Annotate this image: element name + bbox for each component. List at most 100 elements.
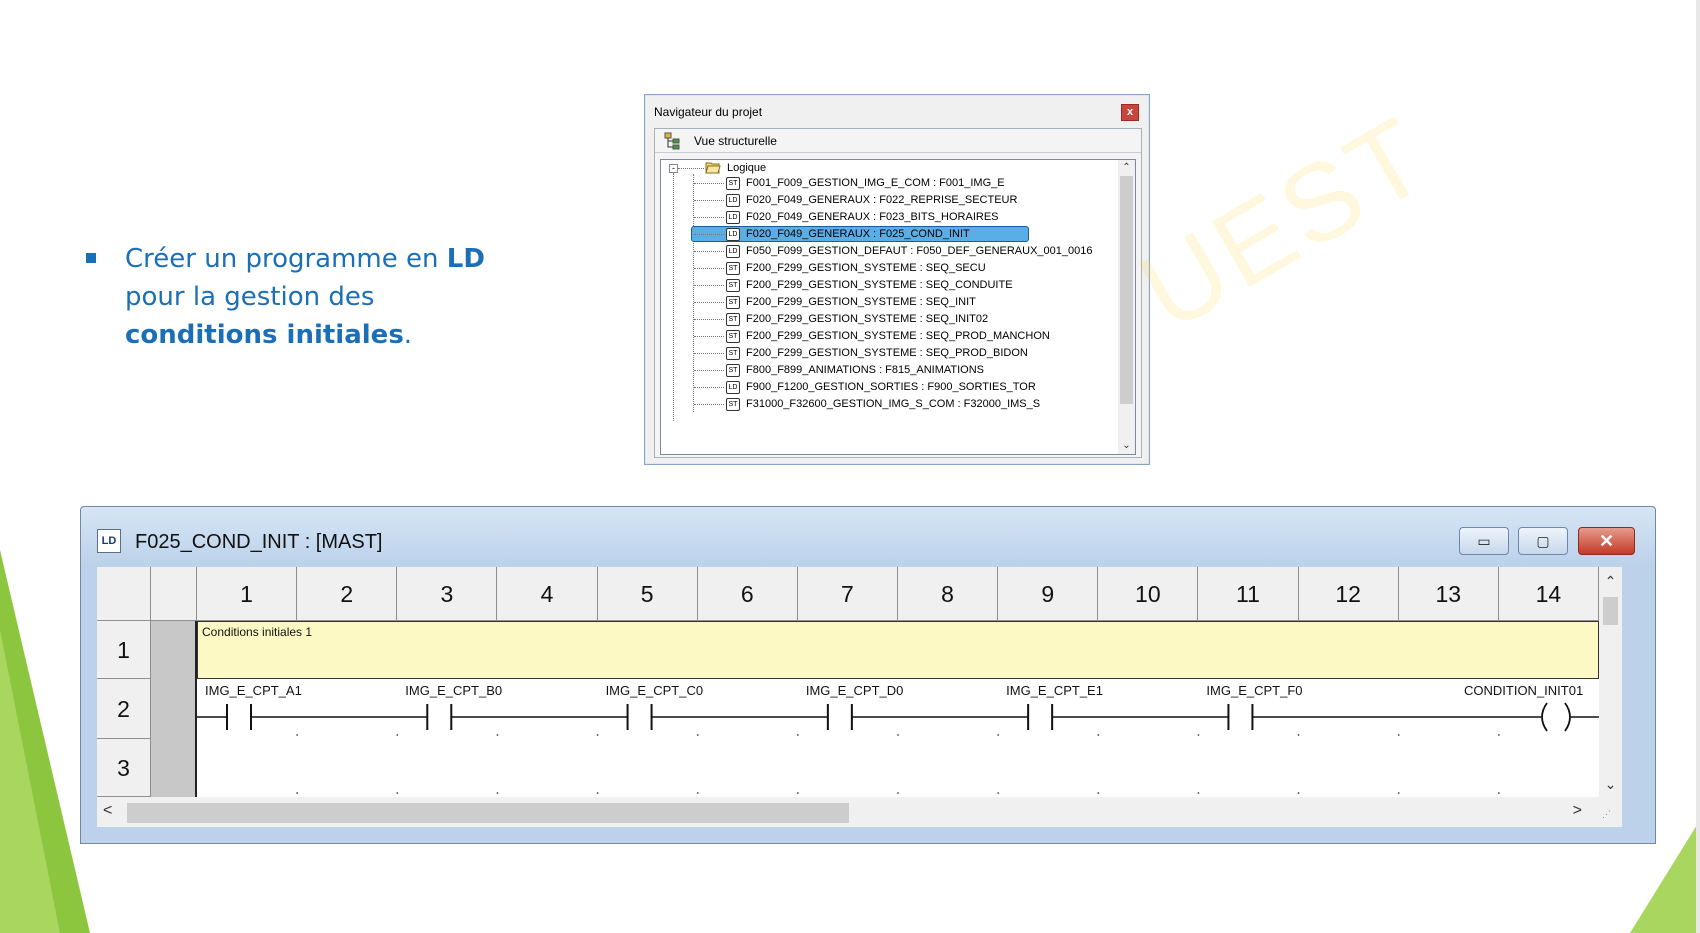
scroll-down-icon[interactable]: ⌄ bbox=[1599, 776, 1622, 793]
grid-dot bbox=[796, 734, 799, 736]
column-header[interactable]: 10 bbox=[1098, 567, 1199, 621]
output-coil[interactable] bbox=[1541, 702, 1571, 732]
tree-item-label: F900_F1200_GESTION_SORTIES : F900_SORTIE… bbox=[746, 381, 1036, 393]
ld-program-icon: LD bbox=[97, 529, 121, 553]
editor-titlebar[interactable]: LD F025_COND_INIT : [MAST] ▭ ▢ ✕ bbox=[81, 507, 1655, 565]
grid-dot bbox=[897, 792, 899, 794]
grid-dot bbox=[696, 792, 699, 794]
scroll-thumb[interactable] bbox=[1120, 176, 1133, 404]
contact-label: IMG_E_CPT_A1 bbox=[205, 683, 302, 698]
normally-open-contact[interactable] bbox=[1027, 704, 1054, 730]
grid-dot bbox=[1397, 792, 1400, 794]
grid-dot bbox=[496, 734, 499, 736]
contact-label: IMG_E_CPT_F0 bbox=[1206, 683, 1303, 698]
tree-connector-line bbox=[694, 387, 724, 388]
grid-vertical-scrollbar[interactable]: ⌃ ⌄ bbox=[1599, 567, 1622, 797]
column-header[interactable]: 8 bbox=[898, 567, 999, 621]
bullet-text-part: pour la gestion des bbox=[125, 282, 375, 312]
normally-open-contact[interactable] bbox=[1227, 704, 1254, 730]
contact-label: IMG_E_CPT_E1 bbox=[1006, 683, 1103, 698]
scroll-up-icon[interactable]: ⌃ bbox=[1118, 160, 1135, 176]
scroll-thumb[interactable] bbox=[127, 803, 849, 823]
tree-item-label: F050_F099_GESTION_DEFAUT : F050_DEF_GENE… bbox=[746, 245, 1093, 257]
ld-section-icon: LD bbox=[726, 245, 740, 258]
grid-dot bbox=[897, 734, 899, 736]
grid-dot bbox=[796, 792, 799, 794]
grid-dot bbox=[1297, 734, 1300, 736]
tree-structure-icon bbox=[664, 132, 680, 150]
grid-dot bbox=[1097, 792, 1100, 794]
normally-open-contact[interactable] bbox=[426, 704, 453, 730]
ld-section-icon: LD bbox=[726, 228, 740, 241]
column-header[interactable]: 4 bbox=[497, 567, 598, 621]
column-header[interactable]: 11 bbox=[1198, 567, 1299, 621]
tree-connector-line bbox=[694, 404, 724, 405]
st-section-icon: ST bbox=[726, 313, 740, 326]
row-header[interactable]: 1 bbox=[97, 621, 151, 679]
grid-horizontal-scrollbar[interactable]: < > ⋰ bbox=[97, 797, 1622, 827]
st-section-icon: ST bbox=[726, 296, 740, 309]
tree-item-label: F200_F299_GESTION_SYSTEME : SEQ_INIT02 bbox=[746, 313, 989, 325]
coil-label: CONDITION_INIT01 bbox=[1464, 683, 1584, 698]
contact-label: IMG_E_CPT_B0 bbox=[405, 683, 503, 698]
navigator-title: Navigateur du projet bbox=[654, 105, 763, 119]
slide-edge bbox=[1696, 0, 1700, 933]
column-header[interactable]: 2 bbox=[297, 567, 398, 621]
row-header[interactable]: 2 bbox=[97, 679, 151, 739]
decorative-green-triangle-left bbox=[0, 550, 90, 933]
normally-open-contact[interactable] bbox=[826, 704, 853, 730]
grid-dot bbox=[396, 792, 399, 794]
column-header[interactable]: 3 bbox=[397, 567, 498, 621]
st-section-icon: ST bbox=[726, 262, 740, 275]
navigator-close-button[interactable]: x bbox=[1121, 104, 1139, 121]
tree-item-label: F200_F299_GESTION_SYSTEME : SEQ_PROD_MAN… bbox=[746, 330, 1050, 342]
normally-open-contact[interactable] bbox=[226, 704, 252, 730]
rung-comment[interactable]: Conditions initiales 1 bbox=[197, 621, 1599, 679]
tree-item-label: F020_F049_GENERAUX : F025_COND_INIT bbox=[746, 228, 970, 240]
tree-item-label: F200_F299_GESTION_SYSTEME : SEQ_PROD_BID… bbox=[746, 347, 1028, 359]
st-section-icon: ST bbox=[726, 177, 740, 190]
column-header[interactable]: 1 bbox=[197, 567, 298, 621]
tree-connector-line bbox=[678, 168, 704, 169]
scroll-thumb[interactable] bbox=[1603, 597, 1618, 625]
maximize-button[interactable]: ▢ bbox=[1518, 527, 1568, 555]
grid-dot bbox=[1297, 792, 1300, 794]
column-header[interactable]: 12 bbox=[1298, 567, 1399, 621]
tree-connector-line bbox=[694, 319, 724, 320]
scroll-left-icon[interactable]: < bbox=[103, 802, 112, 820]
column-header[interactable]: 9 bbox=[998, 567, 1099, 621]
scroll-up-icon[interactable]: ⌃ bbox=[1599, 573, 1622, 590]
tree-connector-line bbox=[694, 285, 724, 286]
ld-section-icon: LD bbox=[726, 194, 740, 207]
grid-dot bbox=[997, 734, 1000, 736]
tab-structural-view[interactable]: Vue structurelle bbox=[655, 129, 1141, 153]
normally-open-contact[interactable] bbox=[626, 704, 653, 730]
close-button[interactable]: ✕ bbox=[1578, 527, 1635, 555]
tree-vertical-scrollbar[interactable]: ⌃ ⌄ bbox=[1118, 160, 1135, 454]
column-header[interactable]: 6 bbox=[697, 567, 798, 621]
resize-grip-icon[interactable]: ⋰ bbox=[1602, 809, 1616, 823]
tree-item-label: F31000_F32600_GESTION_IMG_S_COM : F32000… bbox=[746, 398, 1041, 410]
row-header[interactable]: 3 bbox=[97, 739, 151, 797]
collapse-icon[interactable]: - bbox=[669, 164, 678, 173]
tree-connector-line bbox=[694, 200, 724, 201]
st-section-icon: ST bbox=[726, 279, 740, 292]
editor-title: F025_COND_INIT : [MAST] bbox=[135, 531, 383, 553]
st-section-icon: ST bbox=[726, 398, 740, 411]
column-header[interactable]: 7 bbox=[797, 567, 898, 621]
bullet-text: Créer un programme en LD pour la gestion… bbox=[86, 240, 506, 354]
contact-label: IMG_E_CPT_D0 bbox=[805, 683, 904, 698]
tree-item-label: F200_F299_GESTION_SYSTEME : SEQ_CONDUITE bbox=[746, 279, 1013, 291]
grid-dot bbox=[496, 792, 499, 794]
column-header[interactable]: 14 bbox=[1498, 567, 1599, 621]
grid-dot bbox=[1397, 734, 1400, 736]
minimize-button[interactable]: ▭ bbox=[1459, 527, 1509, 555]
project-tree[interactable]: - Logique ⌃ ⌄ ST F001_F009_GESTION_IMG_E_… bbox=[660, 159, 1136, 455]
tree-connector-line bbox=[694, 268, 724, 269]
scroll-down-icon[interactable]: ⌄ bbox=[1118, 438, 1135, 454]
scroll-right-icon[interactable]: > bbox=[1573, 802, 1582, 820]
tab-structural-view-label: Vue structurelle bbox=[694, 134, 777, 148]
column-header[interactable]: 5 bbox=[597, 567, 698, 621]
column-header[interactable]: 13 bbox=[1398, 567, 1499, 621]
ladder-grid[interactable]: Conditions initiales 1 1 2 3 4 5 6 7 8 9 10 11 12 13… bbox=[97, 567, 1622, 797]
